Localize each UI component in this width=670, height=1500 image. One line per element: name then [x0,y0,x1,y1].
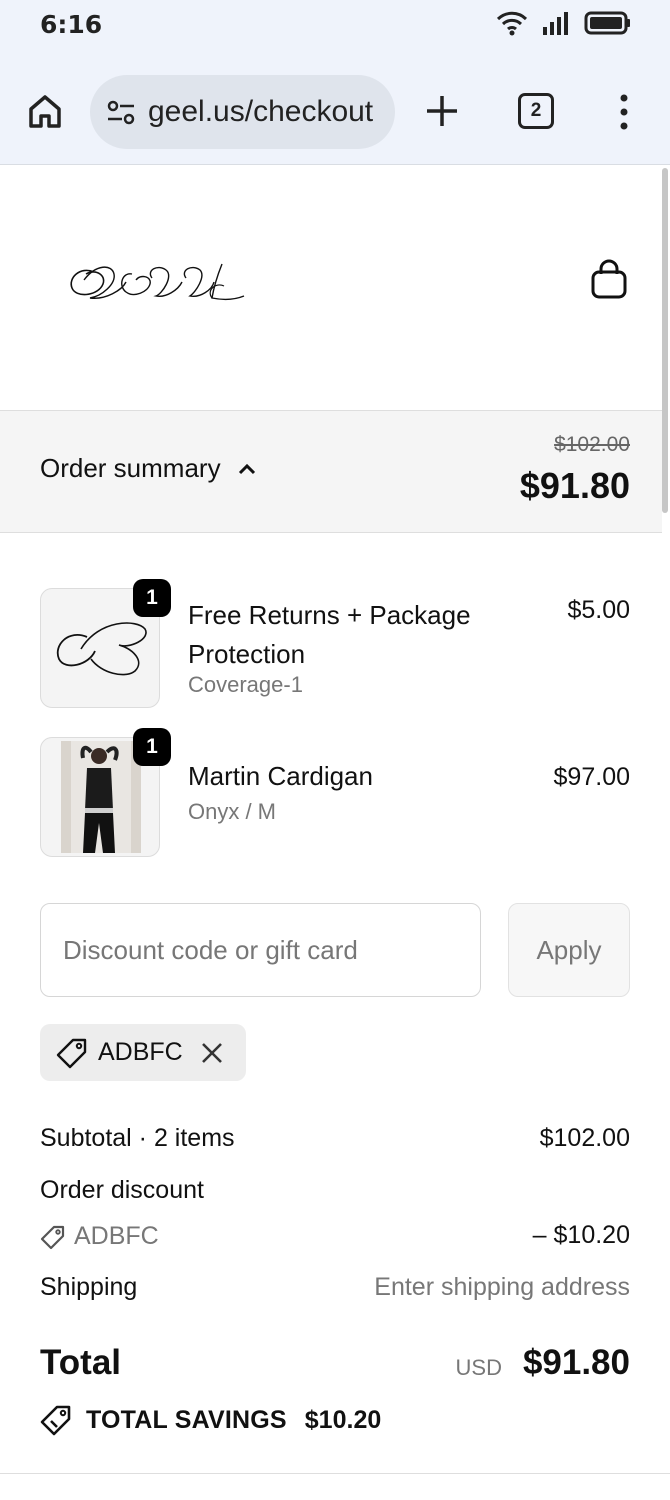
item-variant: Onyx / M [188,799,277,824]
geel-logo[interactable] [66,260,246,306]
item-price: $5.00 [567,596,630,624]
order-summary-bar[interactable]: Order summary $102.00 $91.80 [0,411,662,533]
signal-icon [543,12,568,35]
applied-code-text: ADBFC [98,1038,183,1066]
home-icon[interactable] [26,92,64,130]
savings-tag-icon [40,1405,71,1436]
order-discount-label: Order discount [40,1176,204,1204]
site-settings-icon[interactable] [106,100,136,126]
status-time: 6:16 [40,10,103,39]
order-summary-toggle[interactable]: Order summary [40,453,257,484]
order-summary-label: Order summary [40,453,221,483]
currency-code: USD [455,1355,502,1380]
wifi-icon [496,11,528,36]
shopping-bag-icon[interactable] [588,258,630,300]
browser-toolbar: geel.us/checkout 2 [0,62,670,165]
discount-code-input[interactable] [40,903,481,997]
more-menu-icon[interactable] [612,92,636,132]
quantity-badge: 1 [133,728,171,766]
savings-value: $10.20 [304,1405,382,1434]
battery-icon [584,11,630,35]
apply-discount-button[interactable]: Apply [508,903,630,997]
status-bar: 6:16 [0,0,670,62]
total-label: Total [40,1343,122,1382]
original-price: $102.00 [554,433,630,456]
discount-code-row: ADBFC [40,1222,159,1251]
tag-icon [40,1225,65,1249]
item-thumbnail: 1 [40,728,171,857]
item-title: Free Returns + Package Protection [188,600,471,669]
item-variant: Coverage-1 [188,672,303,697]
tag-icon [56,1038,87,1068]
new-tab-icon[interactable] [424,93,460,129]
total-savings: TOTAL SAVINGS $10.20 [40,1404,381,1436]
item-price: $97.00 [553,763,630,791]
subtotal-label: Subtotal · 2 items [40,1124,235,1152]
list-item: 1 Free Returns + Package Protection Cove… [40,579,630,708]
address-bar[interactable]: geel.us/checkout [90,75,395,149]
discount-value: – $10.20 [532,1221,630,1249]
remove-code-icon[interactable] [199,1040,225,1066]
applied-code-chip: ADBFC [40,1024,246,1081]
item-thumbnail: 1 [40,579,171,708]
chevron-up-icon [238,463,255,474]
summary-price: $91.80 [519,465,630,506]
url-text[interactable]: geel.us/checkout [148,95,373,129]
shipping-label: Shipping [40,1273,138,1301]
quantity-badge: 1 [133,579,171,617]
divider [0,1473,670,1474]
subtotal-value: $102.00 [539,1124,630,1152]
tab-switcher-button[interactable]: 2 [518,93,554,129]
status-icons [496,10,632,36]
savings-label: TOTAL SAVINGS [86,1405,287,1434]
list-item: 1 Martin Cardigan Onyx / M $97.00 [40,728,630,857]
total-value: $91.80 [522,1343,630,1382]
page-scrollbar[interactable] [662,168,668,513]
shipping-value: Enter shipping address [374,1273,630,1301]
discount-code-text: ADBFC [74,1222,159,1250]
store-header [0,166,662,411]
item-title: Martin Cardigan [188,761,373,791]
